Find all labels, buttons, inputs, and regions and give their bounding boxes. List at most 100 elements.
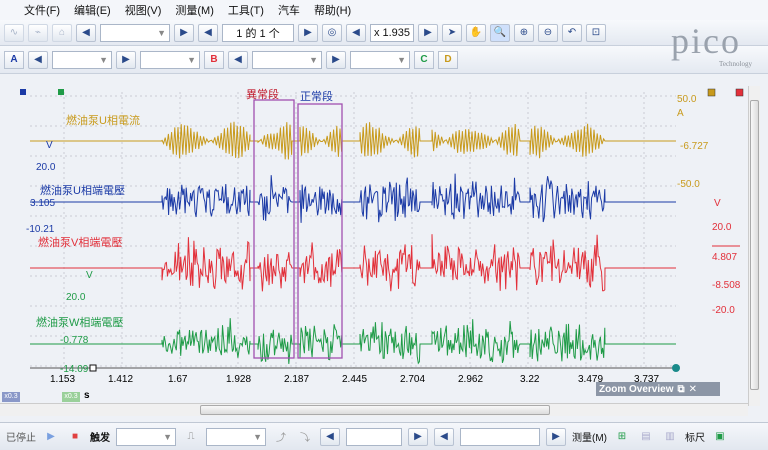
x-tick-0: 1.153: [50, 374, 76, 385]
zoom-overview-panel[interactable]: Zoom Overview ⧉ ✕: [596, 382, 720, 396]
zoom-level: x 1.935: [370, 23, 414, 42]
ruler-icon[interactable]: ▣: [711, 429, 729, 445]
series-u-current-label: 燃油泵U相電流: [66, 115, 140, 127]
clock-icon[interactable]: ◎: [322, 23, 342, 42]
axis-w-top: 20.0: [66, 292, 86, 303]
menu-file[interactable]: 文件(F): [24, 2, 60, 18]
menu-edit[interactable]: 编辑(E): [74, 2, 111, 18]
channel-toolbar: A ◀ ▼ ▶ ▼ B ◀ ▼ ▶ ▼ C D: [0, 46, 768, 74]
timebase-select[interactable]: ▼: [100, 23, 170, 42]
pretrigger-prev[interactable]: ◀: [434, 427, 454, 446]
series-w-voltage-label: 燃油泵W相端電壓: [36, 317, 124, 329]
axis-d-unit: A: [677, 108, 684, 119]
probe-icon[interactable]: ⌁: [28, 23, 48, 42]
menu-automotive[interactable]: 汽车: [278, 2, 300, 18]
zoom-fit-icon[interactable]: ⊡: [586, 23, 606, 42]
axis-w-unit: V: [86, 270, 93, 281]
zoom-out-step-button[interactable]: ◀: [346, 23, 366, 42]
channel-b-next[interactable]: ▶: [326, 50, 346, 69]
status-bar: 已停止 ▶ ■ 触发 ▼ ⎍ ▼ ⤴ ⤵ ◀ ▶ ◀ ▶ 测量(M) ⊞ ▤ ▥…: [0, 422, 768, 450]
x-tick-3: 1.928: [226, 374, 252, 385]
prev-page-button[interactable]: ◀: [198, 23, 218, 42]
add-measurement-icon[interactable]: ⊞: [613, 429, 631, 445]
channel-a-prev[interactable]: ◀: [28, 50, 48, 69]
trigger-next[interactable]: ▶: [408, 427, 428, 446]
menu-bar: 文件(F) 编辑(E) 视图(V) 测量(M) 工具(T) 汽车 帮助(H): [0, 0, 768, 20]
abnormal-segment-label: 異常段: [246, 89, 279, 101]
edit-measurement-icon[interactable]: ▤: [637, 429, 655, 445]
horizontal-scrollbar[interactable]: [0, 403, 748, 416]
home-icon[interactable]: ⌂: [52, 23, 72, 42]
prev-timebase-button[interactable]: ◀: [76, 23, 96, 42]
channel-a-button[interactable]: A: [4, 50, 24, 69]
channel-a-range-select[interactable]: ▼: [52, 50, 112, 69]
axis-w-right-top: -20.0: [712, 305, 735, 316]
channel-a-coupling-select[interactable]: ▼: [140, 50, 200, 69]
page-counter: 1 的 1 个: [222, 23, 294, 42]
zoom-overview-close-icon[interactable]: ✕: [689, 384, 697, 395]
channel-c-button[interactable]: C: [414, 50, 434, 69]
hand-icon[interactable]: ✋: [466, 23, 486, 42]
run-state-label: 已停止: [6, 433, 36, 444]
vertical-scrollbar[interactable]: [748, 86, 760, 406]
channel-b-prev[interactable]: ◀: [228, 50, 248, 69]
falling-edge-icon[interactable]: ⤵: [296, 429, 314, 445]
channel-d-button[interactable]: D: [438, 50, 458, 69]
trace-w-voltage: [30, 318, 676, 365]
pointer-icon[interactable]: ➤: [442, 23, 462, 42]
zoom-select-icon[interactable]: 🔍: [490, 23, 510, 42]
trigger-edge-icon[interactable]: ⎍: [182, 429, 200, 445]
stop-icon[interactable]: ■: [66, 429, 84, 445]
x-tick-7: 2.962: [458, 374, 484, 385]
menu-tools[interactable]: 工具(T): [228, 2, 264, 18]
delete-measurement-icon[interactable]: ▥: [661, 429, 679, 445]
channel-b-button[interactable]: B: [204, 50, 224, 69]
channel-a-marker: [20, 89, 26, 95]
pretrigger-field[interactable]: [460, 427, 540, 446]
axis-d-top: 50.0: [677, 94, 697, 105]
channel-d-marker: [707, 88, 716, 97]
axis-a-blue-bottom: 3.105: [30, 198, 56, 209]
x-axis-unit: s: [84, 390, 90, 401]
trigger-level[interactable]: [346, 427, 402, 446]
channel-a-next[interactable]: ▶: [116, 50, 136, 69]
x-tick-2: 1.67: [168, 374, 188, 385]
channel-b-range-select[interactable]: ▼: [252, 50, 322, 69]
zoom-overview-pin-icon[interactable]: ⧉: [677, 384, 684, 395]
x-tick-8: 3.22: [520, 374, 540, 385]
zoom-in-step-button[interactable]: ▶: [418, 23, 438, 42]
next-timebase-button[interactable]: ▶: [174, 23, 194, 42]
menu-measure[interactable]: 测量(M): [175, 2, 214, 18]
zoom-out-icon[interactable]: ⊖: [538, 23, 558, 42]
menu-help[interactable]: 帮助(H): [314, 2, 351, 18]
vertical-scroll-thumb[interactable]: [750, 100, 759, 390]
channel-b-coupling-select[interactable]: ▼: [350, 50, 410, 69]
series-u-voltage-label: 燃油泵U相端電壓: [40, 185, 125, 197]
axis-a-top: 20.0: [36, 162, 56, 173]
x-tick-6: 2.704: [400, 374, 426, 385]
trigger-prev[interactable]: ◀: [320, 427, 340, 446]
pretrigger-next[interactable]: ▶: [546, 427, 566, 446]
x-tick-5: 2.445: [342, 374, 368, 385]
waveform-plot[interactable]: V 20.0 3.105 -10.21 V 20.0 -0.778 -14.09…: [0, 86, 768, 386]
rulers-label[interactable]: 标尺: [685, 429, 705, 444]
horizontal-scroll-thumb[interactable]: [200, 405, 550, 415]
ruler-x-badge-1[interactable]: x0.3: [2, 392, 20, 402]
series-v-voltage-label: 燃油泵V相端電壓: [38, 237, 123, 249]
trace-u-voltage: [30, 173, 676, 223]
menu-view[interactable]: 视图(V): [125, 2, 162, 18]
zoom-in-icon[interactable]: ⊕: [514, 23, 534, 42]
ruler-x-badge-2[interactable]: x0.3: [62, 392, 80, 402]
scope-mode-icon[interactable]: ∿: [4, 23, 24, 42]
undo-zoom-icon[interactable]: ↶: [562, 23, 582, 42]
axis-blue-right-top: -50.0: [677, 179, 700, 190]
trigger-channel-select[interactable]: ▼: [206, 427, 266, 446]
next-page-button[interactable]: ▶: [298, 23, 318, 42]
measurements-label[interactable]: 测量(M): [572, 429, 607, 444]
trigger-mode-select[interactable]: ▼: [116, 427, 176, 446]
start-icon[interactable]: ▶: [42, 429, 60, 445]
rising-edge-icon[interactable]: ⤴: [272, 429, 290, 445]
axis-w-bottom-mid: -0.778: [60, 335, 89, 346]
pico-logo: pico Technology: [671, 21, 752, 68]
axis-b-unit: V: [714, 198, 721, 209]
